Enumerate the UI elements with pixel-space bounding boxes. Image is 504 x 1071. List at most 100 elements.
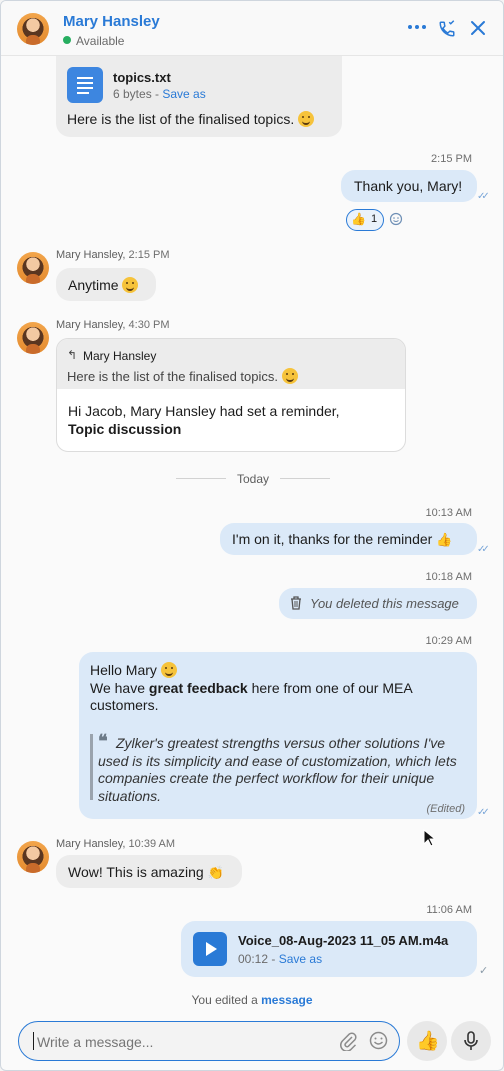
bold-text: great feedback [148, 680, 248, 696]
message-meta: Mary Hansley, 4:30 PM [56, 319, 170, 331]
reaction-count: 1 [371, 213, 378, 225]
edited-label: (Edited) [426, 803, 465, 815]
message-meta: Mary Hansley, 2:15 PM [56, 249, 170, 261]
file-size: 6 bytes [113, 87, 152, 101]
play-button[interactable] [193, 932, 227, 966]
trash-icon [290, 596, 302, 613]
system-note-text: You edited a [191, 993, 262, 1007]
read-receipt-icon: ✓✓ [477, 544, 490, 555]
file-name[interactable]: topics.txt [113, 70, 171, 85]
outgoing-message[interactable]: Hello Mary We have great feedback here f… [79, 652, 477, 819]
attachment-icon[interactable] [339, 1031, 357, 1056]
chat-window: Mary Hansley Available topics.txt 6 byte… [0, 0, 504, 1071]
file-message-bubble: topics.txt 6 bytes - Save as Here is the… [56, 45, 342, 137]
text-caret [33, 1032, 34, 1050]
reaction-chip[interactable]: 👍 1 [346, 209, 384, 231]
more-dots-icon[interactable] [407, 17, 427, 40]
quote-block [90, 734, 93, 800]
incoming-message[interactable]: Wow! This is amazing 👏 [56, 855, 242, 888]
avatar[interactable] [17, 13, 49, 45]
message-composer[interactable] [18, 1021, 400, 1061]
reply-arrow-icon: ↰ [67, 348, 78, 362]
file-info: 6 bytes - Save as [113, 87, 206, 101]
smile-emoji-icon [122, 277, 139, 293]
close-icon[interactable] [470, 20, 486, 39]
system-note: You edited a message [1, 993, 503, 1007]
read-receipt-icon: ✓✓ [477, 191, 490, 202]
reminder-title: Topic discussion [68, 421, 182, 437]
deleted-message[interactable]: You deleted this message [279, 588, 477, 619]
avatar[interactable] [17, 252, 49, 284]
voice-info: 00:12 - Save as [238, 952, 322, 966]
quoted-sender: Mary Hansley [83, 349, 157, 363]
chat-header: Mary Hansley Available [1, 1, 503, 56]
incoming-message[interactable]: Anytime [56, 268, 156, 301]
message-body: I'm on it, thanks for the reminder 👍 [232, 531, 452, 548]
deleted-text: You deleted this message [310, 596, 459, 611]
voice-message[interactable]: Voice_08-Aug-2023 11_05 AM.m4a 00:12 - S… [181, 921, 477, 977]
sender-name: Mary Hansley, [56, 249, 126, 261]
message-text: Thank you, Mary! [354, 178, 463, 194]
quoted-reply[interactable]: ↰ Mary Hansley Here is the list of the f… [57, 339, 405, 389]
quoted-text: Here is the list of the finalised topics… [67, 368, 298, 384]
status-text: Available [76, 34, 125, 48]
status-dot-icon [63, 36, 71, 44]
timestamp: 2:15 PM [431, 153, 472, 165]
outgoing-message[interactable]: I'm on it, thanks for the reminder 👍 [220, 523, 477, 555]
voice-info-separator: - [268, 952, 279, 966]
avatar[interactable] [17, 322, 49, 354]
message-meta: Mary Hansley, 10:39 AM [56, 838, 175, 850]
sender-name: Mary Hansley, [56, 319, 126, 331]
message-text: customers. [90, 697, 159, 713]
reply-message-card[interactable]: ↰ Mary Hansley Here is the list of the f… [56, 338, 406, 452]
save-as-link[interactable]: Save as [279, 952, 322, 966]
timestamp: 11:06 AM [426, 904, 472, 916]
thumbs-up-emoji-icon: 👍 [436, 532, 453, 547]
smile-emoji-icon [160, 662, 177, 678]
message-text: Hello Mary [90, 662, 157, 678]
sent-tick-icon: ✓ [479, 965, 489, 977]
clapping-emoji-icon: 👏 [207, 865, 224, 880]
voice-record-button[interactable] [451, 1021, 491, 1061]
message-text: I'm on it, thanks for the reminder [232, 531, 433, 547]
timestamp: 10:13 AM [425, 507, 472, 519]
message-body: Wow! This is amazing 👏 [68, 864, 224, 881]
message-text: here from one of our MEA [247, 680, 413, 696]
timestamp: 10:29 AM [425, 635, 472, 647]
thumbs-up-button[interactable]: 👍 [407, 1021, 447, 1061]
voice-file-name[interactable]: Voice_08-Aug-2023 11_05 AM.m4a [238, 933, 448, 948]
presence-status: Available [63, 34, 124, 48]
emoji-picker-icon[interactable] [369, 1031, 388, 1055]
voice-duration: 00:12 [238, 952, 269, 966]
save-as-link[interactable]: Save as [162, 87, 205, 101]
divider-line [280, 478, 330, 479]
timestamp: 10:39 AM [128, 838, 176, 850]
file-doc-icon[interactable] [67, 67, 103, 103]
timestamp: 10:18 AM [425, 571, 472, 583]
file-info-separator: - [151, 87, 163, 101]
message-body: Anytime [68, 277, 139, 293]
avatar[interactable] [17, 841, 49, 873]
thumbs-up-emoji-icon: 👍 [351, 212, 366, 226]
message-text: Hi Jacob, Mary Hansley had set a reminde… [68, 403, 340, 419]
timestamp: 4:30 PM [128, 319, 170, 331]
outgoing-message[interactable]: Thank you, Mary! [341, 170, 477, 202]
timestamp: 2:15 PM [128, 249, 170, 261]
microphone-icon [463, 1031, 479, 1056]
contact-name[interactable]: Mary Hansley [63, 13, 160, 30]
smile-emoji-icon [298, 111, 315, 127]
message-line: We have great feedback here from one of … [90, 680, 413, 696]
divider-line [176, 478, 226, 479]
thumbs-up-icon: 👍 [416, 1031, 440, 1052]
message-text: Wow! This is amazing [68, 864, 204, 880]
add-reaction-icon[interactable] [389, 212, 403, 231]
sender-name: Mary Hansley, [56, 838, 126, 850]
message-text: We have [90, 680, 149, 696]
smile-emoji-icon [281, 368, 298, 384]
message-input[interactable] [35, 1030, 329, 1054]
message-text: Anytime [68, 277, 119, 293]
phone-icon[interactable] [438, 20, 456, 41]
message-link[interactable]: message [261, 993, 312, 1007]
mouse-cursor-icon [423, 828, 437, 852]
quote-text: Zylker's greatest strengths versus other… [98, 735, 457, 804]
